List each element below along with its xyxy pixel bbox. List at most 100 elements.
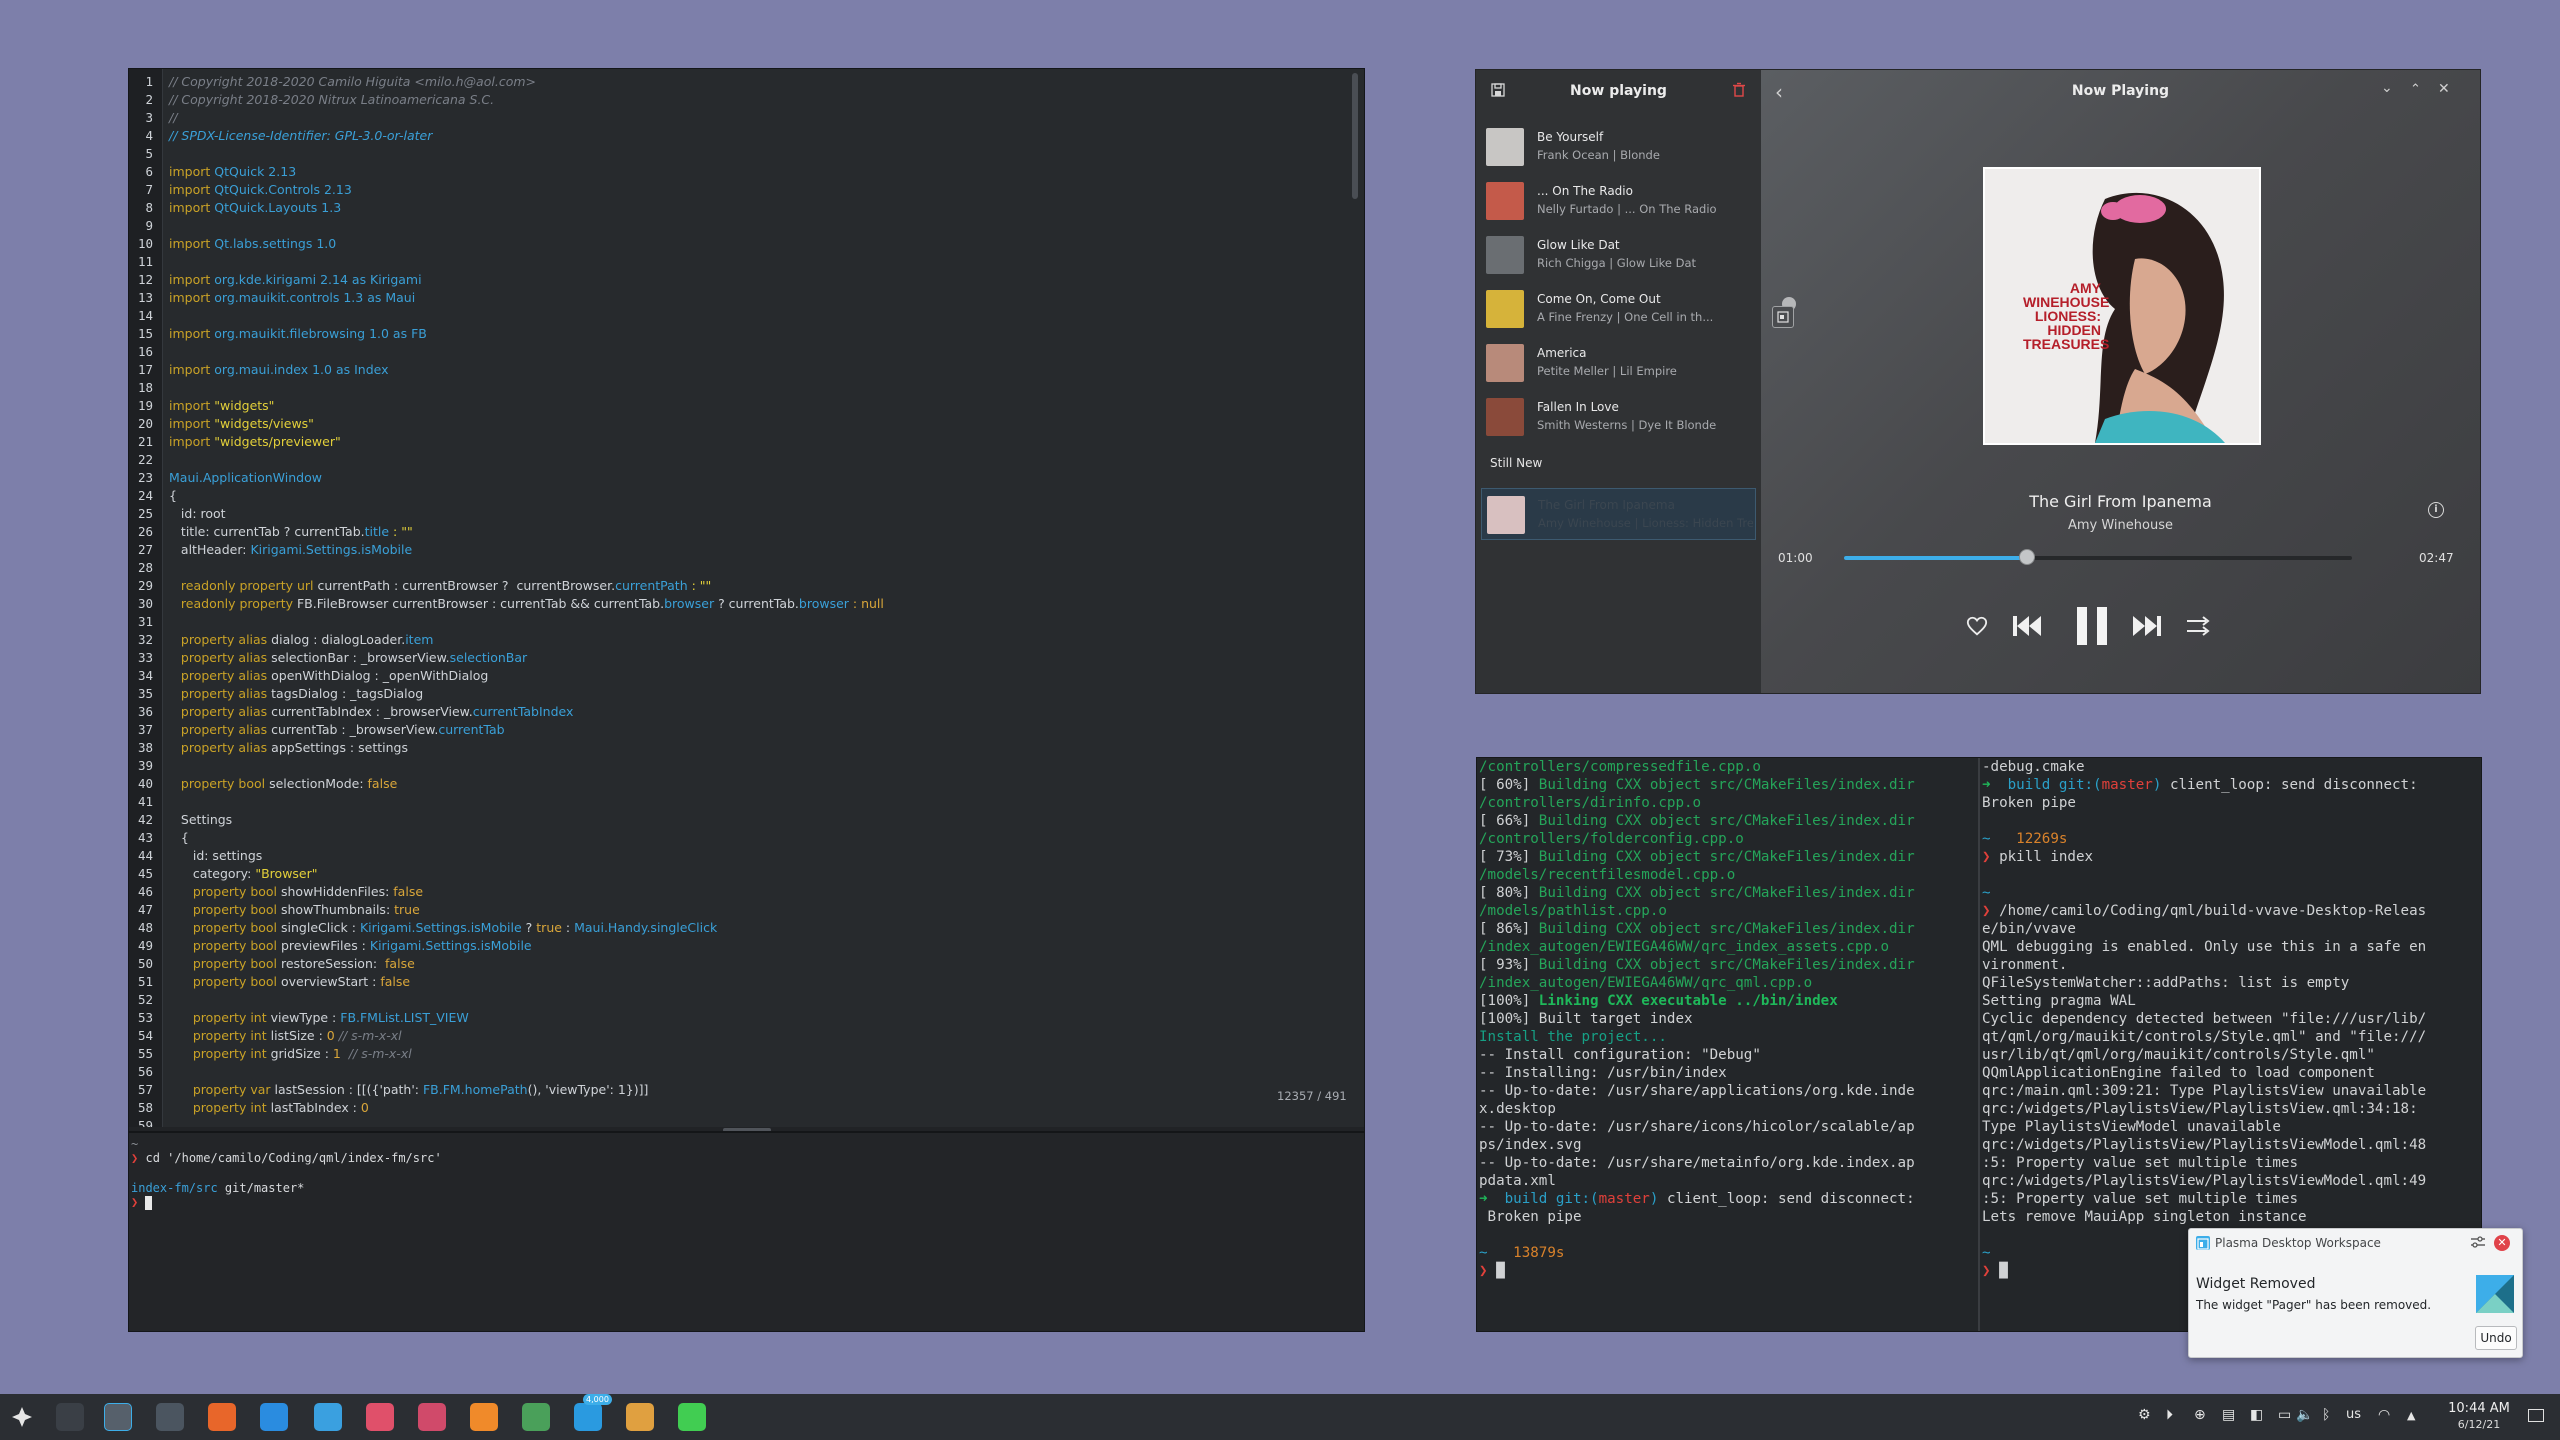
clock-date[interactable]: 6/12/21 xyxy=(2436,1418,2522,1431)
finder-icon[interactable] xyxy=(314,1403,342,1431)
tray-kde-connect-icon[interactable]: ⚙ xyxy=(2138,1407,2151,1423)
terminal-line-right: ❯ █ xyxy=(1982,1263,2008,1279)
shuffle-repeat-icon[interactable] xyxy=(2186,615,2210,641)
terminal-line-right: ~ xyxy=(1982,885,1991,901)
tray-wifi-icon[interactable]: ◠ xyxy=(2378,1407,2390,1423)
terminal-line-left: [ 86%] Building CXX object src/CMakeFile… xyxy=(1479,921,1915,937)
terminal-pane-left[interactable]: /controllers/compressedfile.cpp.o [ 60%] … xyxy=(1477,758,1978,1331)
seek-handle[interactable] xyxy=(2019,549,2035,565)
system-monitor-icon[interactable] xyxy=(56,1403,84,1431)
terminal-line-right: qt/qml/org/mauikit/controls/Style.qml" a… xyxy=(1982,1029,2427,1045)
terminal-line-right: ➜ build git:(master) client_loop: send d… xyxy=(1982,777,2418,793)
terminal-line-right: qrc:/widgets/PlaylistsView/PlaylistsView… xyxy=(1982,1101,2418,1117)
current-track-row[interactable]: The Girl From Ipanema Amy Winehouse | Li… xyxy=(1481,488,1756,540)
app-launcher-icon[interactable] xyxy=(8,1403,36,1431)
orange-app-icon[interactable] xyxy=(470,1403,498,1431)
tray-password-icon[interactable]: ⊕ xyxy=(2194,1407,2206,1423)
line-number: 19 xyxy=(137,398,153,413)
terminal-line-left: pdata.xml xyxy=(1479,1173,1556,1189)
track-row[interactable]: Come On, Come Out A Fine Frenzy | One Cel… xyxy=(1481,282,1756,334)
next-track-icon[interactable] xyxy=(2132,614,2162,642)
line-number: 38 xyxy=(137,740,153,755)
track-row[interactable]: Glow Like Dat Rich Chigga | Glow Like Dat xyxy=(1481,228,1756,280)
clock-time[interactable]: 10:44 AM xyxy=(2436,1401,2522,1416)
music-player-icon[interactable] xyxy=(366,1403,394,1431)
line-number: 21 xyxy=(137,434,153,449)
line-number: 4 xyxy=(145,128,153,143)
song-title: The Girl From Ipanema xyxy=(2029,492,2212,511)
section-label: Still New xyxy=(1490,456,1543,470)
code-line: // Copyright 2018-2020 Nitrux Latinoamer… xyxy=(169,92,495,107)
line-number: 15 xyxy=(137,326,153,341)
code-line: { xyxy=(169,488,177,503)
tray-volume-icon[interactable]: 🔈 xyxy=(2296,1407,2313,1423)
line-number: 5 xyxy=(145,146,153,161)
close-window-icon[interactable]: ✕ xyxy=(2438,81,2450,97)
code-editor-area[interactable]: 1 2 3 4 5 6 7 8 9 10 11 12 13 14 15 16 17 18 19 20 21 22 23 24 2… xyxy=(129,69,1364,1131)
track-thumbnail xyxy=(1486,398,1524,436)
code-line: property bool previewFiles : Kirigami.Se… xyxy=(169,938,532,953)
embedded-terminal[interactable]: ~ ❯ cd '/home/camilo/Coding/qml/index-fm… xyxy=(129,1133,1364,1331)
track-row[interactable]: Be Yourself Frank Ocean | Blonde xyxy=(1481,120,1756,172)
track-subtitle: Petite Meller | Lil Empire xyxy=(1537,364,1677,378)
tray-keyboard-layout[interactable]: us xyxy=(2346,1407,2361,1422)
notes-icon[interactable] xyxy=(104,1403,132,1431)
code-line: import QtQuick.Layouts 1.3 xyxy=(169,200,342,215)
terminal-icon[interactable] xyxy=(156,1403,184,1431)
track-row[interactable]: Fallen In Love Smith Westerns | Dye It Bl… xyxy=(1481,390,1756,442)
tray-bluetooth-icon[interactable]: ᛒ xyxy=(2322,1407,2330,1423)
code-line: property int listSize : 0 // s-m-x-xl xyxy=(169,1028,402,1043)
line-number: 24 xyxy=(137,488,153,503)
widget-preview-icon xyxy=(2475,1274,2515,1314)
tray-expand-icon[interactable]: ▲ xyxy=(2407,1409,2415,1422)
code-line: property var lastSession : [[({'path': F… xyxy=(169,1082,649,1097)
tray-camera-icon[interactable]: ◧ xyxy=(2250,1407,2263,1423)
terminal-line-right: ❯ /home/camilo/Coding/qml/build-vvave-De… xyxy=(1982,903,2427,919)
track-row[interactable]: ... On The Radio Nelly Furtado | ... On T… xyxy=(1481,174,1756,226)
terminal-line-right: QML debugging is enabled. Only use this … xyxy=(1982,939,2427,955)
notification-settings-icon[interactable] xyxy=(2469,1234,2487,1254)
track-row[interactable]: America Petite Meller | Lil Empire xyxy=(1481,336,1756,388)
minimize-window-icon[interactable]: ⌄ xyxy=(2381,80,2393,96)
terminal-prompt-info: index-fm/src git/master* xyxy=(131,1181,304,1195)
avatar-app-icon[interactable] xyxy=(626,1403,654,1431)
previous-track-icon[interactable] xyxy=(2012,614,2042,642)
terminal-input-line[interactable]: ❯ xyxy=(131,1195,153,1210)
tray-storage-icon[interactable]: ▭ xyxy=(2278,1407,2291,1423)
line-number: 52 xyxy=(137,992,153,1007)
track-subtitle: Amy Winehouse | Lioness: Hidden Treasure… xyxy=(1538,516,1753,530)
show-desktop-icon[interactable] xyxy=(2528,1409,2544,1422)
text-cursor xyxy=(145,1195,153,1210)
code-line: property int gridSize : 1 // s-m-x-xl xyxy=(169,1046,412,1061)
code-line: import QtQuick.Controls 2.13 xyxy=(169,182,352,197)
track-title: Come On, Come Out xyxy=(1537,292,1661,306)
info-icon[interactable]: i xyxy=(2428,502,2444,518)
code-line: property bool showHiddenFiles: false xyxy=(169,884,424,899)
text-editor-window: 1 2 3 4 5 6 7 8 9 10 11 12 13 14 15 16 17 18 19 20 21 22 23 24 2… xyxy=(128,68,1365,1332)
settings-icon[interactable] xyxy=(522,1403,550,1431)
seek-slider[interactable] xyxy=(1844,549,2352,565)
editor-vertical-scrollbar[interactable] xyxy=(1352,73,1358,199)
firefox-icon[interactable] xyxy=(208,1403,236,1431)
notification-close-icon[interactable]: ✕ xyxy=(2494,1235,2510,1251)
tray-clipboard-icon[interactable]: ▤ xyxy=(2222,1407,2235,1423)
favorite-heart-icon[interactable] xyxy=(1966,615,1988,641)
telegram-icon[interactable] xyxy=(574,1403,602,1431)
duration-time: 02:47 xyxy=(2419,551,2454,565)
code-line: id: root xyxy=(169,506,226,521)
pause-icon[interactable] xyxy=(2070,604,2114,652)
tray-media-icon[interactable]: ⏵ xyxy=(2166,1407,2173,1423)
undo-button[interactable]: Undo xyxy=(2475,1326,2517,1350)
line-number: 13 xyxy=(137,290,153,305)
file-manager-icon[interactable] xyxy=(260,1403,288,1431)
plasma-taskbar: 4,000 ⚙ ⏵ ⊕ ▤ ◧ ▭ 🔈 ᛒ us ◠ ▲ 10:44 AM 6/… xyxy=(0,1394,2560,1440)
track-title: America xyxy=(1537,346,1587,360)
code-line: readonly property FB.FileBrowser current… xyxy=(169,596,884,611)
qt-creator-icon[interactable] xyxy=(678,1403,706,1431)
elapsed-time: 01:00 xyxy=(1778,551,1813,565)
media-viewer-icon[interactable] xyxy=(418,1403,446,1431)
clear-playlist-icon[interactable] xyxy=(1731,82,1747,98)
terminal-line-left: Install the project... xyxy=(1479,1029,1667,1045)
queue-icon[interactable] xyxy=(1772,306,1794,328)
maximize-window-icon[interactable]: ⌃ xyxy=(2410,82,2421,97)
